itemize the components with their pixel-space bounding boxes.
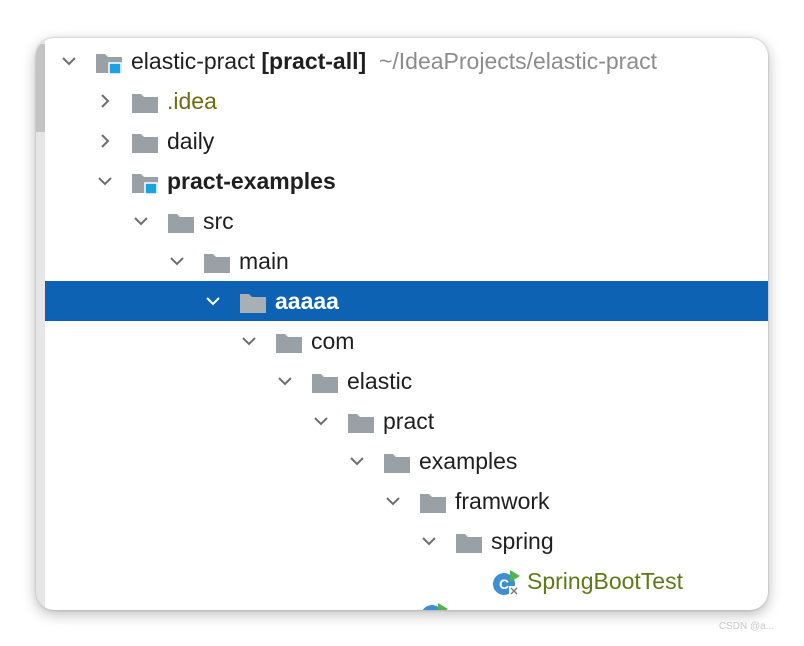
tree-label: framwork — [455, 488, 550, 514]
tree-row-springboottest[interactable]: C SpringBootTest — [45, 561, 768, 601]
root-module: [pract-all] — [261, 48, 367, 74]
chevron-down-icon[interactable] — [277, 373, 293, 389]
tree-row-elastic[interactable]: elastic — [45, 361, 768, 401]
chevron-down-icon[interactable] — [313, 413, 329, 429]
chevron-down-icon[interactable] — [349, 453, 365, 469]
chevron-down-icon[interactable] — [169, 253, 185, 269]
folder-icon — [347, 412, 375, 434]
folder-icon — [131, 92, 159, 114]
chevron-right-icon[interactable] — [97, 133, 113, 149]
tree-row-com[interactable]: com — [45, 321, 768, 361]
tree-label-root: elastic-pract [pract-all] ~/IdeaProjects… — [131, 47, 657, 75]
chevron-down-icon[interactable] — [421, 533, 437, 549]
tree-label: spring — [491, 528, 554, 554]
svg-text:C: C — [499, 576, 509, 592]
tree-row-aaaaa[interactable]: aaaaa — [45, 281, 768, 321]
root-path: ~/IdeaProjects/elastic-pract — [378, 48, 657, 74]
folder-icon — [203, 252, 231, 274]
tree-row-framwork[interactable]: framwork — [45, 481, 768, 521]
tree-label: daily — [167, 128, 215, 154]
chevron-down-icon[interactable] — [205, 293, 221, 309]
tree-row-daily[interactable]: daily — [45, 121, 768, 161]
chevron-down-icon[interactable] — [133, 213, 149, 229]
folder-icon — [239, 292, 267, 314]
chevron-down-icon[interactable] — [97, 173, 113, 189]
folder-icon — [455, 532, 483, 554]
tree-row-examples[interactable]: examples — [45, 441, 768, 481]
watermark: CSDN @a... — [718, 621, 774, 632]
tree-row-root[interactable]: elastic-pract [pract-all] ~/IdeaProjects… — [45, 41, 768, 81]
folder-icon — [131, 132, 159, 154]
screenshot-frame: elastic-pract [pract-all] ~/IdeaProjects… — [0, 0, 804, 646]
tree-row-src[interactable]: src — [45, 201, 768, 241]
tree-label: main — [239, 248, 289, 274]
chevron-down-icon[interactable] — [61, 53, 77, 69]
tree-row-spring[interactable]: spring — [45, 521, 768, 561]
tree-label: .idea — [167, 88, 217, 114]
chevron-down-icon[interactable] — [241, 333, 257, 349]
module-folder-icon — [95, 52, 123, 74]
tree-row-main[interactable]: main — [45, 241, 768, 281]
folder-icon — [167, 212, 195, 234]
project-tree-panel: elastic-pract [pract-all] ~/IdeaProjects… — [36, 38, 768, 610]
tree-label: src — [203, 208, 234, 234]
module-folder-icon — [131, 172, 159, 194]
tree-label: aaaaa — [275, 288, 339, 314]
tree-label: com — [311, 328, 355, 354]
tree-row-pract[interactable]: pract — [45, 401, 768, 441]
spring-test-class-icon — [419, 603, 449, 610]
tree-label: SpringBootTest — [527, 568, 683, 594]
tree-label: elastic — [347, 368, 413, 394]
chevron-right-icon[interactable] — [97, 93, 113, 109]
tree-row-pract-examples[interactable]: pract-examples — [45, 161, 768, 201]
folder-icon — [383, 452, 411, 474]
folder-icon — [419, 492, 447, 514]
tree-row-idea[interactable]: .idea — [45, 81, 768, 121]
tree-label: pract — [383, 408, 435, 434]
folder-icon — [311, 372, 339, 394]
tree-row-partial[interactable] — [45, 601, 768, 610]
folder-icon — [275, 332, 303, 354]
chevron-down-icon[interactable] — [385, 493, 401, 509]
gutter-scroll-thumb[interactable] — [36, 44, 45, 132]
root-name: elastic-pract — [131, 48, 255, 74]
tree-label: pract-examples — [167, 168, 336, 194]
spring-test-class-icon: C — [491, 569, 521, 597]
tree-label: examples — [419, 448, 518, 474]
